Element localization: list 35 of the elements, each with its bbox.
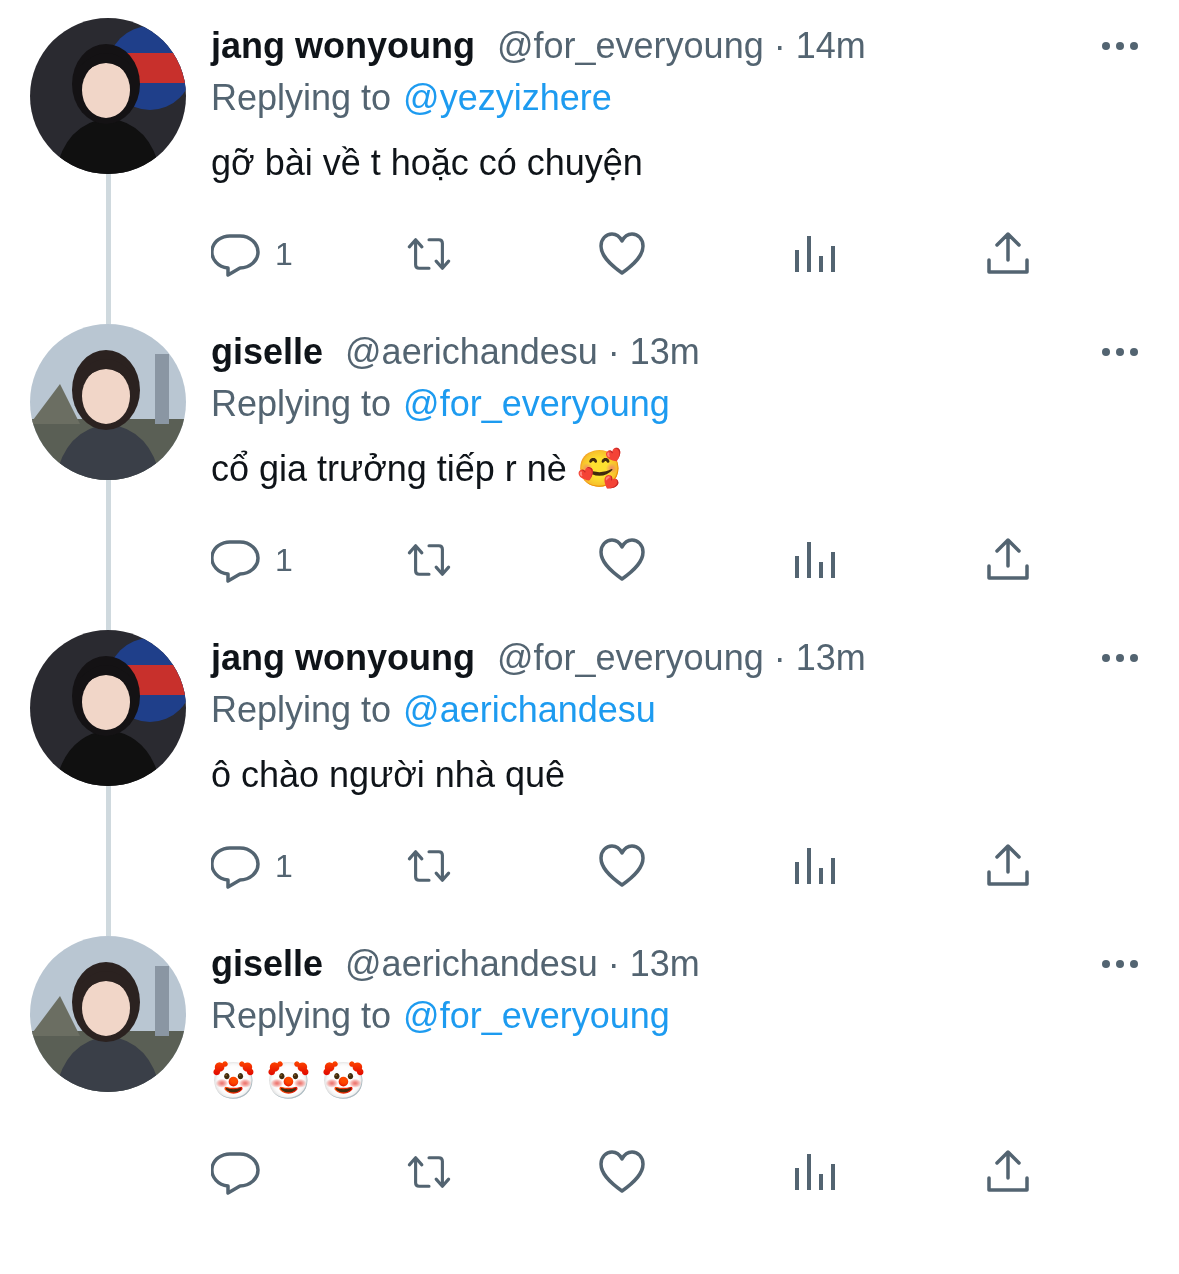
reply-count: 1 <box>275 847 293 885</box>
user-name[interactable]: jang wonyoung <box>211 25 475 67</box>
heart-icon[interactable] <box>597 230 647 278</box>
heart-icon[interactable] <box>597 1148 647 1196</box>
timestamp: 13m <box>629 943 700 985</box>
separator-dot: · <box>773 25 786 67</box>
tweet-text: cổ gia trưởng tiếp r nè 🥰 <box>211 446 623 491</box>
replying-label: Replying to <box>211 689 392 731</box>
user-handle[interactable]: @aerichandesu <box>345 943 598 985</box>
user-handle[interactable]: @aerichandesu <box>345 331 598 373</box>
timestamp: 13m <box>795 637 866 679</box>
tweet-text: 🤡 🤡 🤡 <box>211 1059 367 1103</box>
replying-label: Replying to <box>211 77 392 119</box>
user-handle[interactable]: @for_everyoung <box>497 637 764 679</box>
reply-count: 1 <box>275 541 293 579</box>
tweet-text: ô chào người nhà quê <box>211 753 566 797</box>
more-icon[interactable] <box>1101 653 1139 663</box>
reply-count: 1 <box>275 235 293 273</box>
more-icon[interactable] <box>1101 347 1139 357</box>
user-handle[interactable]: @for_everyoung <box>497 25 764 67</box>
timestamp: 13m <box>629 331 700 373</box>
more-icon[interactable] <box>1101 959 1139 969</box>
separator-dot: · <box>607 943 620 985</box>
heart-icon[interactable] <box>597 842 647 890</box>
replying-label: Replying to <box>211 383 392 425</box>
more-icon[interactable] <box>1101 41 1139 51</box>
user-name[interactable]: giselle <box>211 331 324 373</box>
timestamp: 14m <box>795 25 866 67</box>
replying-label: Replying to <box>211 995 392 1037</box>
separator-dot: · <box>607 331 620 373</box>
separator-dot: · <box>773 637 786 679</box>
user-name[interactable]: giselle <box>211 943 324 985</box>
tweet-text: gỡ bài về t hoặc có chuyện <box>211 141 644 185</box>
user-name[interactable]: jang wonyoung <box>211 637 475 679</box>
heart-icon[interactable] <box>597 536 647 584</box>
